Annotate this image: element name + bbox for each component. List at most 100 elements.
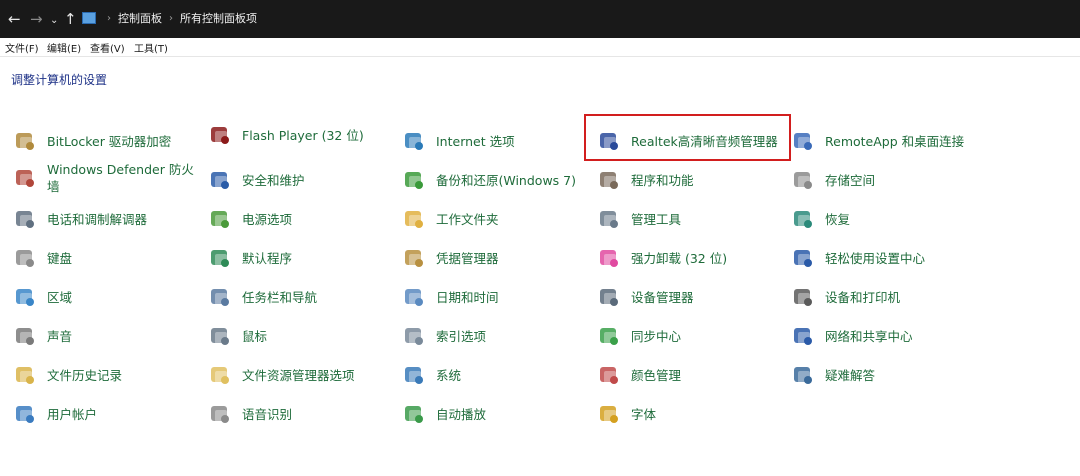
control-panel-item-label: 安全和维护 [242,172,305,188]
control-panel-item-label: 颜色管理 [631,367,682,383]
control-panel-item[interactable]: 备份和还原(Windows 7) [401,167,576,193]
color-icon [596,362,622,388]
control-panel-item-label: 文件资源管理器选项 [242,367,355,383]
highlight-box [584,114,791,161]
internet-options-icon [401,128,427,154]
control-panel-item[interactable]: 安全和维护 [207,167,305,193]
control-panel-item-label: 区域 [47,289,73,305]
control-panel-item[interactable]: Windows Defender 防火墙 [12,161,197,195]
control-panel-item-label: Flash Player (32 位) [242,127,364,143]
menu-view[interactable]: 查看(V) [90,40,125,55]
mouse-icon [207,323,233,349]
control-panel-item[interactable]: 键盘 [12,245,72,271]
control-panel-item[interactable]: 工作文件夹 [401,206,499,232]
control-panel-item[interactable]: 恢复 [790,206,850,232]
control-panel-item[interactable]: BitLocker 驱动器加密 [12,128,171,154]
control-panel-item[interactable]: 鼠标 [207,323,267,349]
control-panel-item[interactable]: 网络和共享中心 [790,323,913,349]
breadcrumb: › 控制面板 › 所有控制面板项 [82,10,257,26]
control-panel-item[interactable]: 字体 [596,401,656,427]
file-history-icon [12,362,38,388]
control-panel-item-label: 默认程序 [242,250,293,266]
control-panel-item-label: 程序和功能 [631,172,694,188]
firewall-icon [12,165,38,191]
system-icon [401,362,427,388]
control-panel-item[interactable]: 强力卸载 (32 位) [596,245,727,271]
menu-tools[interactable]: 工具(T) [134,40,168,55]
control-panel-item-label: BitLocker 驱动器加密 [47,133,172,149]
control-panel-item[interactable]: 默认程序 [207,245,292,271]
credential-icon [401,245,427,271]
control-panel-item[interactable]: 用户帐户 [12,401,97,427]
control-panel-item-label: 索引选项 [436,328,487,344]
index-icon [401,323,427,349]
page-title: 调整计算机的设置 [11,73,108,87]
control-panel-item-label: 网络和共享中心 [825,328,913,344]
microphone-icon [207,401,233,427]
control-panel-item-label: 设备管理器 [631,289,694,305]
control-panel-item[interactable]: 系统 [401,362,461,388]
control-panel-item-label: 日期和时间 [436,289,499,305]
power-icon [207,206,233,232]
back-arrow-icon[interactable]: ← [8,10,21,28]
control-panel-item[interactable]: RemoteApp 和桌面连接 [790,128,964,154]
control-panel-item-label: 强力卸载 (32 位) [631,250,728,266]
control-panel-item[interactable]: 同步中心 [596,323,681,349]
control-panel-item[interactable]: 设备和打印机 [790,284,900,310]
device-manager-icon [596,284,622,310]
breadcrumb-item[interactable]: 控制面板 [118,10,162,26]
control-panel-item[interactable]: 存储空间 [790,167,875,193]
remoteapp-icon [790,128,816,154]
default-programs-icon [207,245,233,271]
control-panel-item[interactable]: 区域 [12,284,72,310]
control-panel-item[interactable]: 自动播放 [401,401,486,427]
forward-arrow-icon[interactable]: → [30,10,43,28]
control-panel-item[interactable]: 电话和调制解调器 [12,206,147,232]
control-panel-item[interactable]: 轻松使用设置中心 [790,245,925,271]
control-panel-item-label: 凭据管理器 [436,250,499,266]
control-panel-item[interactable]: 程序和功能 [596,167,694,193]
control-panel-item-label: 设备和打印机 [825,289,901,305]
control-panel-item[interactable]: 设备管理器 [596,284,694,310]
calendar-icon [401,284,427,310]
admin-tools-icon [596,206,622,232]
flag-icon [207,167,233,193]
control-panel-item[interactable]: Flash Player (32 位) [207,122,392,148]
control-panel-item-label: 管理工具 [631,211,682,227]
menu-file[interactable]: 文件(F) [5,40,39,55]
control-panel-item-label: 任务栏和导航 [242,289,318,305]
control-panel-item-label: Windows Defender 防火墙 [47,162,194,194]
control-panel-item[interactable]: 文件历史记录 [12,362,122,388]
control-panel-item[interactable]: Internet 选项 [401,128,515,154]
control-panel-item[interactable]: 任务栏和导航 [207,284,317,310]
control-panel-item[interactable]: 管理工具 [596,206,681,232]
control-panel-item-label: 键盘 [47,250,73,266]
ease-of-access-icon [790,245,816,271]
control-panel-item-label: 同步中心 [631,328,682,344]
control-panel-item[interactable]: 语音识别 [207,401,292,427]
up-arrow-icon[interactable]: ↑ [64,10,77,28]
control-panel-item[interactable]: 电源选项 [207,206,292,232]
control-panel-item[interactable]: 文件资源管理器选项 [207,362,355,388]
control-panel-item[interactable]: 疑难解答 [790,362,875,388]
control-panel-location-icon [82,12,96,24]
recent-locations-chevron-icon[interactable]: ⌄ [50,12,58,30]
control-panel-item-label: 电源选项 [242,211,293,227]
recovery-icon [790,206,816,232]
breadcrumb-item[interactable]: 所有控制面板项 [180,10,257,26]
key-icon [12,128,38,154]
control-panel-item-label: 备份和还原(Windows 7) [436,172,576,188]
control-panel-item[interactable]: 索引选项 [401,323,486,349]
chevron-right-icon: › [169,12,173,24]
control-panel-item-label: 疑难解答 [825,367,876,383]
control-panel-item-label: 文件历史记录 [47,367,123,383]
control-panel-item[interactable]: 日期和时间 [401,284,499,310]
control-panel-item[interactable]: 颜色管理 [596,362,681,388]
control-panel-item-label: RemoteApp 和桌面连接 [825,133,965,149]
control-panel-item[interactable]: 声音 [12,323,72,349]
menu-edit[interactable]: 编辑(E) [47,40,81,55]
control-panel-item[interactable]: 凭据管理器 [401,245,499,271]
storage-icon [790,167,816,193]
address-bar: ← → ⌄ ↑ › 控制面板 › 所有控制面板项 [0,0,1080,38]
control-panel-item-label: 工作文件夹 [436,211,499,227]
